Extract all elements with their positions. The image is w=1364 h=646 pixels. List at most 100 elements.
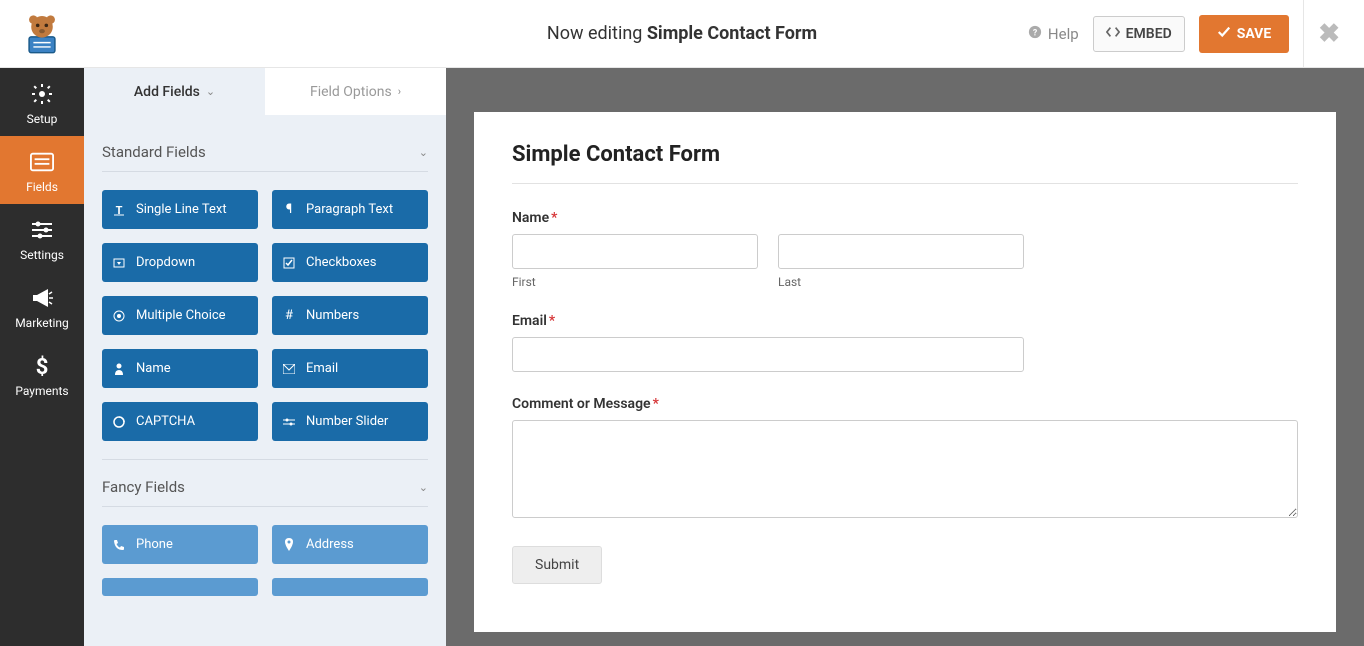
- hash-icon: #: [282, 308, 296, 323]
- chevron-down-icon: ⌄: [206, 85, 215, 98]
- dropdown-icon: [112, 257, 126, 269]
- required-mark: *: [549, 313, 555, 329]
- section-title: Standard Fields: [102, 143, 206, 161]
- checkbox-icon: [282, 257, 296, 269]
- phone-icon: [112, 539, 126, 551]
- panel-body[interactable]: Standard Fields ⌄ TSingle Line Text ¶Par…: [84, 115, 446, 646]
- layout: Setup Fields Settings Marketing $ Paymen…: [0, 68, 1364, 646]
- field-number-slider[interactable]: Number Slider: [272, 402, 428, 441]
- nav-setup[interactable]: Setup: [0, 68, 84, 136]
- check-icon: [1217, 25, 1231, 43]
- field-comment-wrap[interactable]: Comment or Message*: [512, 396, 1298, 522]
- dollar-icon: $: [30, 354, 54, 378]
- field-name-wrap[interactable]: Name* First Last: [512, 210, 1298, 289]
- tab-add-fields[interactable]: Add Fields ⌄: [84, 68, 265, 115]
- required-mark: *: [653, 396, 659, 412]
- nav-label: Marketing: [15, 316, 69, 330]
- now-editing-label: Now editing: [547, 23, 647, 44]
- bullhorn-icon: [30, 286, 54, 310]
- close-wrap: ✖: [1303, 0, 1354, 67]
- tab-label: Field Options: [310, 84, 392, 100]
- form-title: Simple Contact Form: [512, 142, 1298, 184]
- email-label: Email*: [512, 313, 1298, 329]
- name-row: First Last: [512, 234, 1298, 289]
- save-button[interactable]: SAVE: [1199, 15, 1290, 53]
- name-last-input[interactable]: [778, 234, 1024, 269]
- preview-area: Simple Contact Form Name* First Last Ema…: [446, 68, 1364, 646]
- svg-text:$: $: [36, 355, 49, 378]
- paragraph-icon: ¶: [282, 202, 296, 217]
- nav-settings[interactable]: Settings: [0, 204, 84, 272]
- panel-tabs: Add Fields ⌄ Field Options ›: [84, 68, 446, 115]
- embed-button[interactable]: EMBED: [1093, 16, 1185, 52]
- field-phone[interactable]: Phone: [102, 525, 258, 564]
- field-single-line-text[interactable]: TSingle Line Text: [102, 190, 258, 229]
- field-dropdown[interactable]: Dropdown: [102, 243, 258, 282]
- standard-grid: TSingle Line Text ¶Paragraph Text Dropdo…: [102, 172, 428, 447]
- nav-marketing[interactable]: Marketing: [0, 272, 84, 340]
- page-title: Now editing Simple Contact Form: [547, 23, 817, 44]
- section-standard-fields[interactable]: Standard Fields ⌄: [102, 125, 428, 172]
- section-title: Fancy Fields: [102, 478, 185, 496]
- form-name: Simple Contact Form: [647, 23, 817, 44]
- field-placeholder[interactable]: [102, 578, 258, 596]
- field-email[interactable]: Email: [272, 349, 428, 388]
- field-address[interactable]: Address: [272, 525, 428, 564]
- form-preview: Simple Contact Form Name* First Last Ema…: [474, 112, 1336, 632]
- first-sublabel: First: [512, 275, 758, 289]
- help-label: Help: [1048, 25, 1079, 43]
- nav-label: Settings: [20, 248, 64, 262]
- envelope-icon: [282, 364, 296, 374]
- tab-label: Add Fields: [134, 84, 200, 100]
- chevron-down-icon: ⌄: [419, 146, 428, 159]
- code-icon: [1106, 25, 1120, 43]
- last-sublabel: Last: [778, 275, 1024, 289]
- chevron-right-icon: ›: [398, 85, 401, 98]
- svg-text:?: ?: [1033, 28, 1038, 38]
- close-icon[interactable]: ✖: [1318, 19, 1340, 49]
- field-name[interactable]: Name: [102, 349, 258, 388]
- pin-icon: [282, 538, 296, 551]
- form-icon: [30, 150, 54, 174]
- slider-icon: [282, 417, 296, 427]
- comment-label: Comment or Message*: [512, 396, 1298, 412]
- section-fancy-fields[interactable]: Fancy Fields ⌄: [102, 460, 428, 507]
- name-first-input[interactable]: [512, 234, 758, 269]
- radio-icon: [112, 310, 126, 322]
- field-multiple-choice[interactable]: Multiple Choice: [102, 296, 258, 335]
- field-placeholder[interactable]: [272, 578, 428, 596]
- text-icon: T: [112, 204, 126, 216]
- embed-label: EMBED: [1126, 26, 1172, 42]
- field-checkboxes[interactable]: Checkboxes: [272, 243, 428, 282]
- chevron-down-icon: ⌄: [419, 481, 428, 494]
- name-label: Name*: [512, 210, 1298, 226]
- help-link[interactable]: ? Help: [1028, 25, 1079, 43]
- app-logo[interactable]: [0, 11, 84, 57]
- field-paragraph-text[interactable]: ¶Paragraph Text: [272, 190, 428, 229]
- nav-fields[interactable]: Fields: [0, 136, 84, 204]
- nav-label: Fields: [26, 180, 58, 194]
- left-nav: Setup Fields Settings Marketing $ Paymen…: [0, 68, 84, 646]
- top-actions: ? Help EMBED SAVE ✖: [1028, 0, 1364, 67]
- save-label: SAVE: [1237, 26, 1272, 42]
- wpforms-mascot-icon: [19, 11, 65, 57]
- svg-text:T: T: [116, 204, 123, 216]
- gear-icon: [30, 82, 54, 106]
- topbar: Now editing Simple Contact Form ? Help E…: [0, 0, 1364, 68]
- fields-panel: Add Fields ⌄ Field Options › Standard Fi…: [84, 68, 446, 646]
- required-mark: *: [551, 210, 557, 226]
- nav-label: Payments: [15, 384, 68, 398]
- nav-label: Setup: [27, 112, 58, 126]
- user-icon: [112, 363, 126, 375]
- nav-payments[interactable]: $ Payments: [0, 340, 84, 408]
- tab-field-options[interactable]: Field Options ›: [265, 68, 446, 115]
- field-email-wrap[interactable]: Email*: [512, 313, 1298, 372]
- field-numbers[interactable]: #Numbers: [272, 296, 428, 335]
- email-input[interactable]: [512, 337, 1024, 372]
- comment-textarea[interactable]: [512, 420, 1298, 518]
- field-captcha[interactable]: CAPTCHA: [102, 402, 258, 441]
- sliders-icon: [30, 218, 54, 242]
- fancy-grid: Phone Address: [102, 507, 428, 602]
- submit-button[interactable]: Submit: [512, 546, 602, 584]
- captcha-icon: [112, 416, 126, 428]
